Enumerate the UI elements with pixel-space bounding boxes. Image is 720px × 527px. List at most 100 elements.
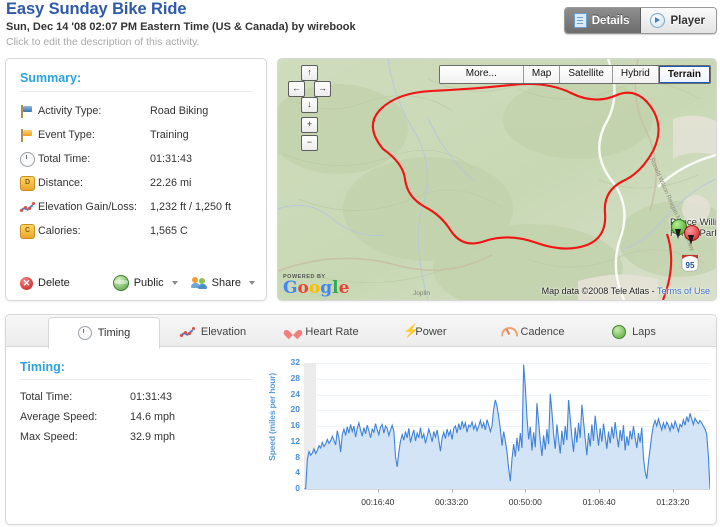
- pan-down-icon[interactable]: ↓: [301, 97, 318, 113]
- tab-heart-rate-label: Heart Rate: [305, 325, 359, 338]
- summary-label: Total Time:: [38, 153, 91, 165]
- tab-power[interactable]: Power: [378, 317, 478, 346]
- people-icon: [190, 276, 207, 290]
- tab-power-label: Power: [415, 325, 447, 338]
- summary-row-total-time: Total Time: 01:31:43: [20, 147, 255, 171]
- delete-icon: ✕: [20, 276, 33, 290]
- chart-x-tick: 00:50:00: [508, 497, 542, 507]
- view-toggle: Details Player: [563, 7, 717, 34]
- map-type-switcher: More... Map Satellite Hybrid Terrain: [438, 65, 711, 84]
- activity-description-placeholder[interactable]: Click to edit the description of this ac…: [6, 36, 200, 48]
- metrics-tabstrip: Timing Elevation Heart Rate Power Cadenc…: [6, 315, 716, 349]
- calories-coin-icon: C: [20, 223, 38, 239]
- visibility-dropdown[interactable]: Public: [112, 275, 192, 291]
- summary-row-activity-type: Activity Type: Road Biking: [20, 99, 255, 123]
- chart-y-tick: 12: [290, 435, 300, 446]
- tab-details[interactable]: Details: [564, 8, 642, 33]
- chevron-down-icon: [171, 281, 178, 285]
- summary-row-distance: D Distance: 22.26 mi: [20, 171, 255, 195]
- chart-x-tick: 01:23:20: [656, 497, 690, 507]
- tab-laps-label: Laps: [632, 325, 656, 338]
- map-panel[interactable]: Ronald Wilson Reagan Memorial Hwy Dumfri…: [277, 58, 717, 301]
- timing-value: 01:31:43: [130, 391, 173, 403]
- visibility-label: Public: [133, 277, 164, 289]
- globe-icon: [112, 275, 129, 291]
- chart-x-tickmark: [672, 489, 674, 493]
- summary-actions: ✕ Delete Public Share: [20, 275, 255, 291]
- tab-heart-rate[interactable]: Heart Rate: [268, 317, 378, 346]
- tab-cadence-label: Cadence: [520, 325, 565, 338]
- document-icon: [573, 13, 587, 28]
- summary-value: 1,565 C: [150, 225, 188, 237]
- map-type-hybrid[interactable]: Hybrid: [612, 66, 659, 83]
- timing-divider: [20, 379, 252, 380]
- map-type-terrain[interactable]: Terrain: [658, 66, 710, 83]
- tab-player-label: Player: [670, 14, 705, 27]
- timing-row-total-time: Total Time: 01:31:43: [20, 387, 260, 407]
- svg-text:Joplin: Joplin: [413, 290, 430, 297]
- zoom-out-button[interactable]: −: [301, 135, 318, 151]
- map-attribution: Map data ©2008 Tele Atlas - Terms of Use: [542, 286, 710, 296]
- chart-x-tickmark: [599, 489, 601, 493]
- summary-row-elevation: Elevation Gain/Loss: 1,232 ft / 1,250 ft: [19, 195, 255, 219]
- summary-label: Event Type:: [38, 129, 95, 141]
- share-dropdown[interactable]: Share: [190, 275, 255, 291]
- timing-label: Total Time:: [20, 391, 73, 403]
- end-pin-red[interactable]: [684, 225, 700, 245]
- pan-up-icon[interactable]: ↑: [301, 65, 318, 81]
- timing-label: Average Speed:: [20, 411, 98, 423]
- terrain-background: Ronald Wilson Reagan Memorial Hwy Dumfri…: [278, 59, 716, 300]
- timing-value: 14.6 mph: [130, 411, 176, 423]
- map-type-more[interactable]: More...: [439, 66, 524, 83]
- pan-left-icon[interactable]: ←: [288, 81, 305, 97]
- delete-label: Delete: [38, 277, 70, 289]
- chart-x-tick: 00:33:20: [435, 497, 469, 507]
- tab-laps[interactable]: Laps: [588, 317, 680, 346]
- elevation-icon: [19, 201, 38, 213]
- summary-label: Calories:: [38, 225, 81, 237]
- activity-datetime-author: Sun, Dec 14 '08 02:07 PM Eastern Time (U…: [6, 21, 356, 33]
- play-circle-icon: [650, 13, 666, 28]
- share-label: Share: [211, 277, 241, 289]
- delete-button[interactable]: ✕ Delete: [20, 275, 113, 291]
- summary-label: Distance:: [38, 177, 84, 189]
- timing-label: Max Speed:: [20, 431, 78, 443]
- tab-elevation[interactable]: Elevation: [158, 317, 268, 346]
- clock-icon: [20, 151, 38, 167]
- clock-icon: [77, 326, 92, 340]
- tab-elevation-label: Elevation: [200, 325, 247, 338]
- chart-y-tick: 32: [290, 357, 300, 367]
- map-type-satellite[interactable]: Satellite: [560, 66, 613, 83]
- summary-value: Training: [150, 129, 189, 141]
- metrics-panel: Timing Elevation Heart Rate Power Cadenc…: [5, 314, 717, 525]
- map-data-credit: Map data ©2008 Tele Atlas -: [541, 286, 655, 296]
- google-logo: POWERED BY Google: [283, 274, 349, 297]
- map-canvas[interactable]: Ronald Wilson Reagan Memorial Hwy Dumfri…: [278, 59, 716, 300]
- tab-timing[interactable]: Timing: [48, 317, 160, 349]
- timing-rows: Total Time: 01:31:43 Average Speed: 14.6…: [20, 387, 260, 447]
- map-type-map[interactable]: Map: [523, 66, 561, 83]
- timing-title: Timing:: [20, 360, 65, 374]
- chart-y-tick: 24: [290, 388, 300, 399]
- zoom-in-button[interactable]: +: [301, 117, 318, 133]
- summary-value: 22.26 mi: [150, 177, 192, 189]
- summary-title: Summary:: [20, 71, 82, 85]
- tab-cadence[interactable]: Cadence: [478, 317, 588, 346]
- summary-divider: [20, 91, 252, 92]
- chart-x-tick: 01:06:40: [582, 497, 616, 507]
- start-pin-green[interactable]: [671, 219, 687, 239]
- distance-coin-icon: D: [20, 175, 38, 191]
- terms-of-use-link[interactable]: Terms of Use: [657, 286, 710, 296]
- chart-area-fill: [304, 364, 710, 489]
- tab-player[interactable]: Player: [641, 8, 716, 33]
- summary-row-event-type: Event Type: Training: [20, 123, 255, 147]
- lap-dot-icon: [612, 324, 627, 339]
- tab-timing-label: Timing: [97, 327, 131, 339]
- pan-right-icon[interactable]: →: [314, 81, 331, 97]
- timing-value: 32.9 mph: [130, 431, 176, 443]
- chart-x-tickmark: [451, 489, 453, 493]
- chart-y-tick: 0: [295, 483, 300, 493]
- speed-chart: Speed (miles per hour) 0 4 8 12 16 20 24 28 32 0…: [267, 357, 711, 520]
- chart-y-tick: 4: [295, 467, 300, 478]
- tab-details-label: Details: [591, 14, 630, 27]
